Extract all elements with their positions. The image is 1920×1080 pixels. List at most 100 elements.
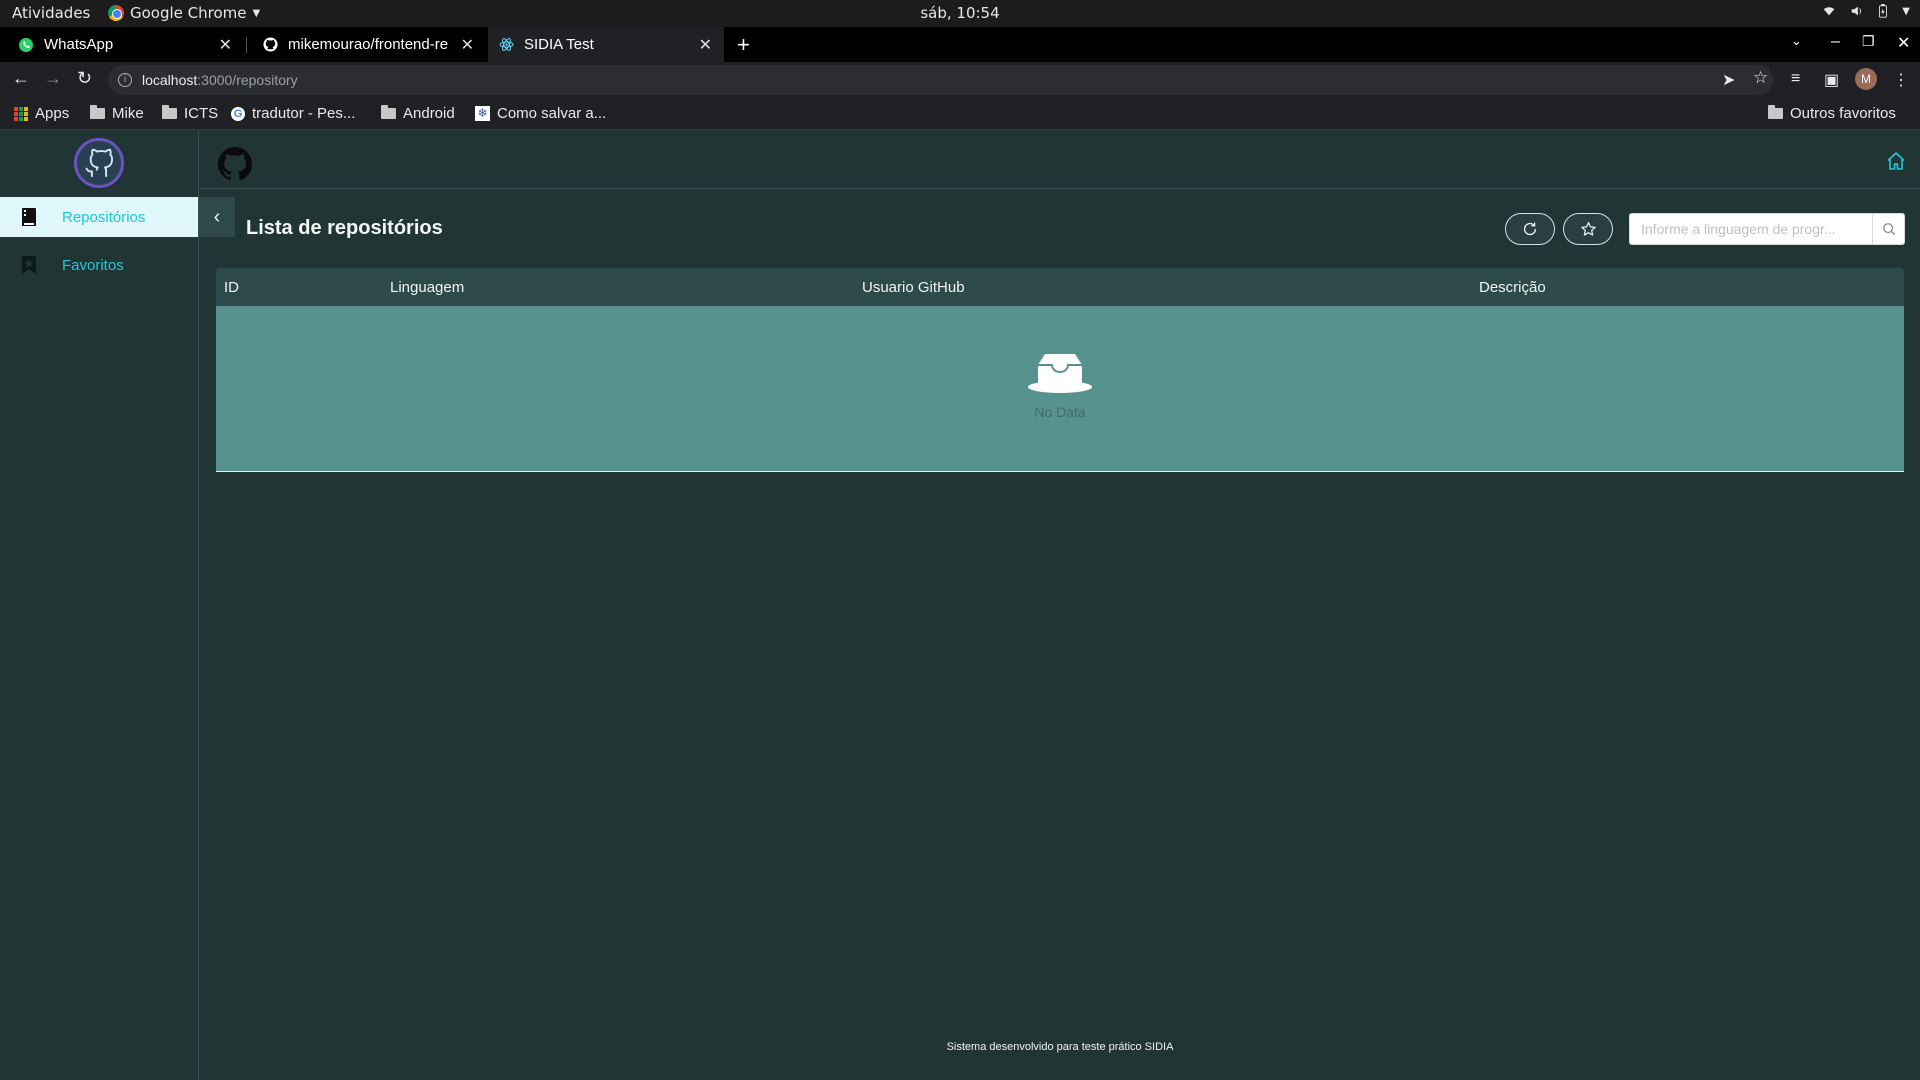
react-icon — [498, 37, 514, 53]
bookmark-icts[interactable]: ICTS — [162, 105, 218, 122]
github-icon[interactable] — [218, 147, 252, 181]
caret-down-icon: ▼ — [1902, 5, 1910, 17]
bookmark-label: Apps — [35, 105, 70, 122]
bookmark-label: tradutor - Pes... — [252, 105, 356, 122]
tab-github[interactable]: mikemourao/frontend-re ✕ — [248, 27, 486, 62]
google-icon: G — [231, 106, 245, 121]
bookmark-star-icon — [20, 255, 38, 275]
tab-sidia-test[interactable]: SIDIA Test ✕ — [488, 27, 724, 62]
folder-icon — [90, 105, 105, 119]
table-header: ID Linguagem Usuario GitHub Descrição — [216, 268, 1904, 306]
forward-icon[interactable]: → — [44, 68, 62, 89]
os-top-bar: Atividades Google Chrome ▼ sáb, 10:54 ▼ — [0, 0, 1920, 27]
system-tray[interactable]: ▼ — [1822, 4, 1910, 18]
wifi-icon — [1824, 7, 1835, 16]
sidebar-item-label: Favoritos — [62, 256, 124, 274]
activities-button[interactable]: Atividades — [12, 4, 90, 22]
home-icon[interactable] — [1886, 151, 1906, 171]
tab-search-chevron-icon[interactable]: ⌄ — [1791, 33, 1802, 49]
bookmark-label: Mike — [112, 105, 144, 122]
snowflake-icon: ❄ — [475, 106, 490, 121]
restore-icon[interactable]: ❐ — [1862, 33, 1875, 50]
sidebar: Repositórios Favoritos — [0, 131, 199, 1080]
minimize-icon[interactable]: – — [1831, 33, 1840, 51]
sidebar-collapse-button[interactable]: ‹ — [199, 197, 235, 237]
sidebar-item-repositorios[interactable]: Repositórios — [0, 197, 198, 237]
back-icon[interactable]: ← — [12, 68, 30, 89]
site-info-icon[interactable]: i — [118, 73, 132, 87]
favorites-button[interactable] — [1563, 213, 1613, 245]
bookmark-apps[interactable]: Apps — [14, 105, 69, 122]
column-header-linguagem: Linguagem — [390, 279, 465, 296]
bookmark-label: Android — [403, 105, 455, 122]
close-icon[interactable]: ✕ — [219, 35, 232, 55]
github-octocat-icon — [85, 148, 114, 178]
bookmark-label: Como salvar a... — [497, 105, 607, 122]
profile-avatar[interactable]: M — [1855, 68, 1877, 90]
app-logo — [74, 138, 124, 188]
app-name: Google Chrome — [130, 4, 247, 22]
reload-icon[interactable]: ↻ — [77, 68, 92, 89]
apps-grid-icon — [14, 106, 28, 121]
battery-icon — [1879, 4, 1888, 18]
language-search — [1629, 213, 1905, 245]
folder-icon — [381, 105, 396, 119]
bookmark-mike[interactable]: Mike — [90, 105, 144, 122]
whatsapp-icon — [18, 37, 34, 53]
tab-title: mikemourao/frontend-re — [288, 36, 449, 53]
page-title: Lista de repositórios — [246, 217, 443, 239]
star-icon — [1580, 221, 1596, 236]
clock[interactable]: sáb, 10:54 — [0, 4, 1920, 22]
bookmark-star-icon[interactable]: ☆ — [1753, 68, 1768, 88]
address-bar[interactable]: i localhost:3000/repository — [108, 65, 1773, 95]
app-root: Repositórios Favoritos ‹ Lista de reposi… — [0, 131, 1920, 1080]
bookmark-label: ICTS — [184, 105, 219, 122]
column-header-usuario-github: Usuario GitHub — [862, 279, 965, 296]
reload-button[interactable] — [1505, 213, 1555, 245]
table-body: No Data — [216, 306, 1904, 472]
tab-title: SIDIA Test — [524, 36, 594, 53]
empty-state-text: No Data — [1034, 404, 1086, 420]
tab-separator — [246, 37, 247, 53]
app-menu[interactable]: Google Chrome ▼ — [108, 4, 260, 22]
tab-strip: WhatsApp ✕ mikemourao/frontend-re ✕ SIDI… — [0, 27, 1920, 62]
repo-book-icon — [20, 207, 38, 227]
kebab-menu-icon[interactable]: ⋮ — [1893, 70, 1909, 90]
folder-icon — [162, 105, 177, 119]
column-header-id: ID — [224, 279, 239, 296]
reload-icon — [1523, 222, 1537, 236]
bookmark-android[interactable]: Android — [381, 105, 455, 122]
bookmark-como-salvar[interactable]: ❄ Como salvar a... — [475, 105, 606, 122]
media-queue-icon[interactable]: ≡ — [1791, 70, 1800, 88]
window-close-icon[interactable]: ✕ — [1897, 33, 1910, 53]
url-host: localhost — [142, 72, 198, 88]
browser-toolbar: ← → ↻ i localhost:3000/repository ➤ ☆ ≡ … — [0, 62, 1920, 98]
chevron-left-icon: ‹ — [213, 205, 221, 228]
bookmark-tradutor[interactable]: G tradutor - Pes... — [231, 105, 355, 122]
search-icon — [1882, 223, 1895, 236]
volume-icon — [1852, 6, 1862, 16]
column-header-descricao: Descrição — [1479, 279, 1546, 296]
new-tab-button[interactable]: + — [737, 32, 750, 58]
tab-title: WhatsApp — [44, 36, 114, 53]
bookmarks-bar: Apps Mike ICTS G tradutor - Pes... Andro… — [0, 98, 1920, 130]
sidebar-item-favoritos[interactable]: Favoritos — [0, 245, 198, 285]
search-button[interactable] — [1872, 214, 1904, 244]
close-icon[interactable]: ✕ — [699, 35, 712, 55]
side-panel-icon[interactable]: ▣ — [1824, 70, 1839, 90]
app-header — [200, 131, 1920, 189]
send-icon[interactable]: ➤ — [1722, 70, 1735, 90]
chrome-icon — [108, 5, 124, 21]
bookmark-other-favorites[interactable]: Outros favoritos — [1768, 105, 1896, 122]
sidebar-item-label: Repositórios — [62, 208, 146, 226]
bookmark-label: Outros favoritos — [1790, 105, 1896, 122]
url-path: :3000/repository — [197, 72, 298, 88]
footer-text: Sistema desenvolvido para teste prático … — [946, 1041, 1174, 1053]
empty-inbox-icon — [1028, 354, 1092, 393]
folder-icon — [1768, 105, 1783, 119]
search-input[interactable] — [1630, 214, 1872, 244]
tab-whatsapp[interactable]: WhatsApp ✕ — [0, 27, 244, 62]
caret-down-icon: ▼ — [252, 7, 261, 19]
github-icon — [262, 37, 278, 53]
close-icon[interactable]: ✕ — [461, 35, 474, 55]
